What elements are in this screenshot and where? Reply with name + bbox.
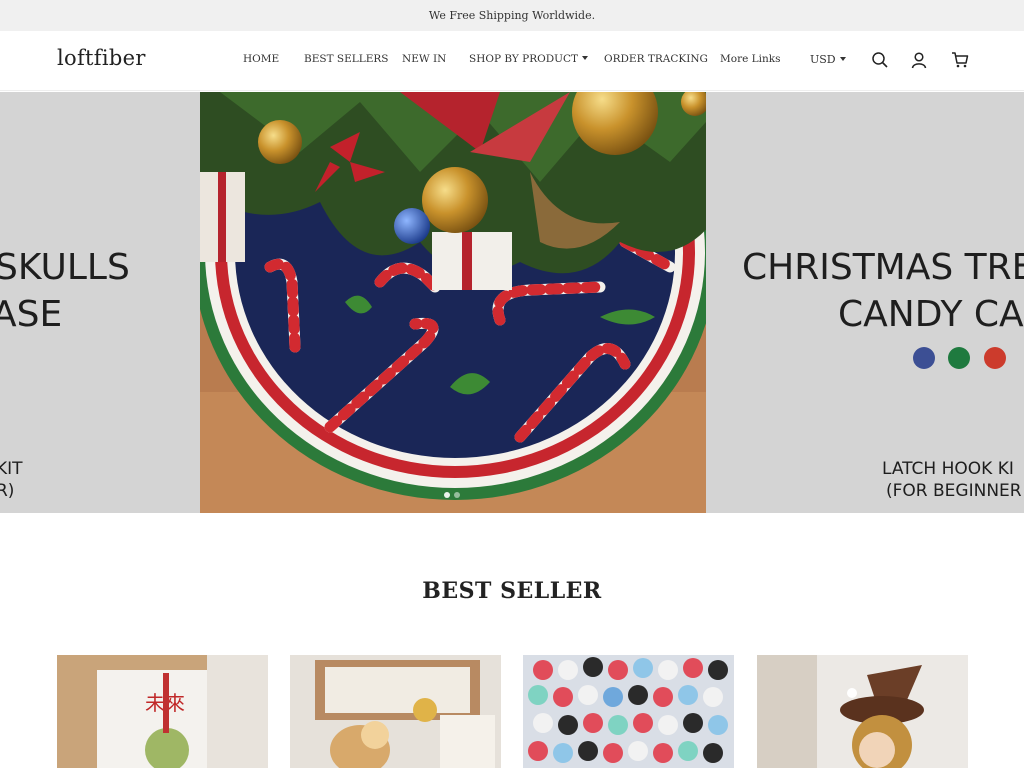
next-slide-title-line1: CHRISTMAS TRE xyxy=(742,247,1024,288)
currency-selector[interactable]: USD xyxy=(810,53,846,66)
nav-home[interactable]: HOME xyxy=(243,53,279,65)
color-swatch-green xyxy=(948,347,970,369)
product-card[interactable]: 未來 xyxy=(57,655,268,768)
nav-shop-by-product[interactable]: SHOP BY PRODUCT xyxy=(469,53,589,65)
currency-label: USD xyxy=(810,53,836,66)
color-swatch-blue xyxy=(913,347,935,369)
site-logo[interactable]: loftfiber xyxy=(57,46,146,70)
next-slide-subtitle-line2: (FOR BEGINNER xyxy=(886,481,1022,501)
nav-more-links[interactable]: More Links xyxy=(720,53,781,65)
prev-slide-subtitle-line1: KIT xyxy=(0,459,23,479)
prev-slide-subtitle-line2: R) xyxy=(0,481,15,501)
product-card[interactable] xyxy=(290,655,501,768)
nav-best-sellers[interactable]: BEST SELLERS xyxy=(304,53,388,65)
hero-product-image[interactable] xyxy=(200,92,706,513)
chevron-down-icon xyxy=(582,56,589,60)
nav-shop-by-product-label: SHOP BY PRODUCT xyxy=(469,53,579,65)
next-slide-title-line2: CANDY CA xyxy=(838,294,1024,335)
cart-icon[interactable] xyxy=(951,51,969,69)
prev-slide-title-line2: ASE xyxy=(0,294,63,335)
account-icon[interactable] xyxy=(910,51,928,69)
search-icon[interactable] xyxy=(871,51,889,69)
site-header: loftfiber HOME BEST SELLERS NEW IN SHOP … xyxy=(0,31,1024,91)
announcement-text: We Free Shipping Worldwide. xyxy=(428,9,596,22)
hero-carousel[interactable]: SKULLS ASE KIT R) CHRISTMAS TRE CANDY CA… xyxy=(0,92,1024,513)
nav-new-in[interactable]: NEW IN xyxy=(402,53,446,65)
product-card[interactable] xyxy=(757,655,968,768)
announcement-bar: We Free Shipping Worldwide. xyxy=(0,0,1024,31)
prev-slide-title-line1: SKULLS xyxy=(0,247,130,288)
product-card[interactable] xyxy=(523,655,734,768)
nav-order-tracking[interactable]: ORDER TRACKING xyxy=(604,53,708,65)
chevron-down-icon xyxy=(839,57,846,61)
color-swatch-red xyxy=(984,347,1006,369)
next-slide-subtitle-line1: LATCH HOOK KI xyxy=(882,459,1014,479)
best-seller-heading: BEST SELLER xyxy=(422,578,602,604)
